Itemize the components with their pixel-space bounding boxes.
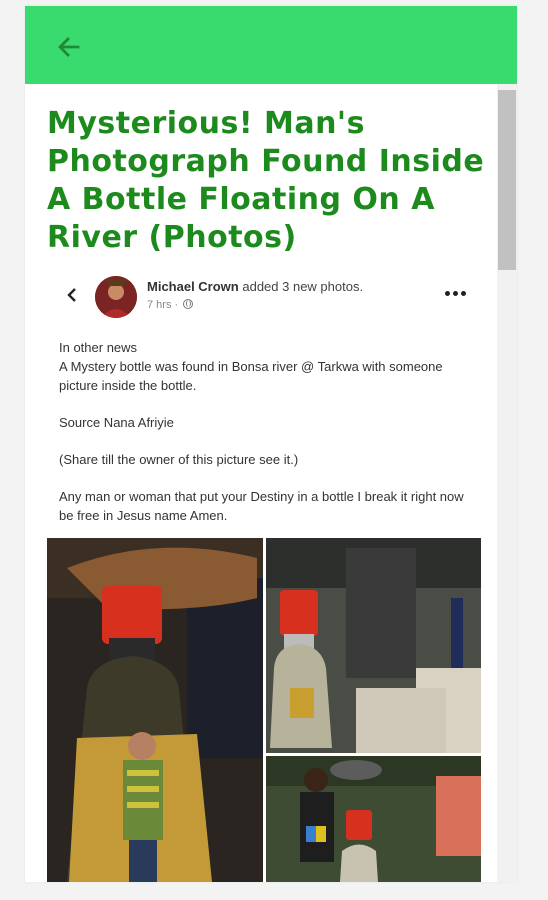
article-content[interactable]: Mysterious! Man's Photograph Found Insid… <box>25 84 497 882</box>
back-button[interactable] <box>55 33 83 61</box>
scroll-thumb[interactable] <box>498 90 516 270</box>
post-paragraph: (Share till the owner of this picture se… <box>59 452 299 467</box>
arrow-left-icon <box>58 37 80 57</box>
post-paragraph: Any man or woman that put your Destiny i… <box>59 489 464 523</box>
photo-person-with-bottle[interactable] <box>266 756 481 882</box>
post-text: In other news A Mystery bottle was found… <box>59 338 477 525</box>
photo-grid <box>47 538 481 882</box>
post-action: added 3 new photos. <box>238 279 364 294</box>
post-header: Michael Crown added 3 new photos. 7 hrs … <box>47 270 481 326</box>
post-author[interactable]: Michael Crown <box>147 279 239 294</box>
dot-icon <box>445 291 450 296</box>
post-author-line: Michael Crown added 3 new photos. <box>147 279 363 294</box>
photo-bottle-closeup[interactable] <box>47 538 263 882</box>
chevron-left-icon <box>67 288 76 302</box>
photo-bottle-on-rock[interactable] <box>266 538 481 753</box>
article-title: Mysterious! Man's Photograph Found Insid… <box>47 106 485 255</box>
post-paragraph: In other news A Mystery bottle was found… <box>59 340 443 393</box>
avatar[interactable] <box>95 276 137 318</box>
more-options-button[interactable] <box>445 288 469 300</box>
post-meta: 7 hrs · <box>147 299 194 311</box>
phone-screen: Mysterious! Man's Photograph Found Insid… <box>25 6 517 882</box>
post-back-button[interactable] <box>63 286 81 304</box>
post-time: 7 hrs · <box>147 299 182 311</box>
post-paragraph: Source Nana Afriyie <box>59 415 174 430</box>
dot-icon <box>461 291 466 296</box>
dot-icon <box>453 291 458 296</box>
globe-icon <box>183 299 194 309</box>
scrollbar[interactable] <box>497 84 517 882</box>
app-bar <box>25 6 517 84</box>
facebook-post-screenshot: Michael Crown added 3 new photos. 7 hrs … <box>47 270 481 882</box>
